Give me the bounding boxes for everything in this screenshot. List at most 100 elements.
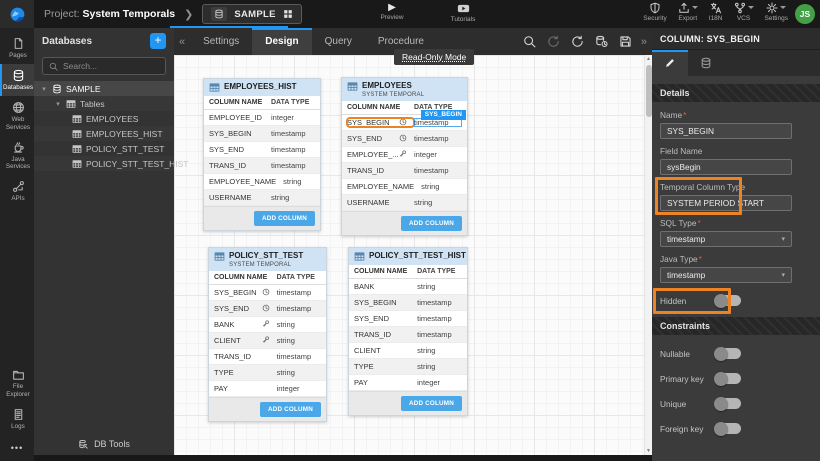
scroll-down-icon[interactable]: ▼	[645, 447, 652, 455]
table-row-trans-id[interactable]: TRANS_IDtimestamp	[204, 158, 320, 174]
data-type-cell: string	[271, 193, 315, 202]
table-card-employees[interactable]: EMPLOYEESSYSTEM TEMPORALCOLUMN NAMEDATA …	[341, 77, 468, 236]
table-row-sys-end[interactable]: SYS_ENDtimestamp	[342, 131, 467, 147]
table-row-sys-begin[interactable]: SYS_BEGINtimestamp	[349, 295, 467, 311]
table-row-client[interactable]: CLIENTstring	[349, 343, 467, 359]
tree-item-tables-folder[interactable]: ▾Tables	[34, 96, 174, 111]
data-type-header: DATA TYPE	[277, 274, 321, 281]
sidebar-item-logs[interactable]: Logs	[0, 403, 34, 435]
select-java-type[interactable]: timestamp▾	[660, 267, 792, 283]
vcs-button[interactable]: VCS	[734, 2, 754, 22]
tree-item-table-employees-hist[interactable]: EMPLOYEES_HIST	[34, 126, 174, 141]
table-card-header[interactable]: EMPLOYEESSYSTEM TEMPORAL	[342, 78, 467, 101]
table-row-pay[interactable]: PAYinteger	[209, 381, 326, 397]
input-name[interactable]: SYS_BEGIN	[660, 123, 792, 139]
tab-design[interactable]: Design	[252, 28, 311, 55]
table-card-header[interactable]: EMPLOYEES_HIST	[204, 79, 320, 96]
table-card-title: EMPLOYEES	[362, 81, 424, 91]
settings-button[interactable]: Settings	[765, 2, 789, 22]
select-sql-type[interactable]: timestamp▾	[660, 231, 792, 247]
tree-item-database[interactable]: ▾SAMPLE	[34, 81, 174, 96]
table-row-employee-name[interactable]: EMPLOYEE_NAMEstring	[204, 174, 320, 190]
table-row-sys-begin[interactable]: SYS_BEGINtimestamp	[204, 126, 320, 142]
input-temporal-column-type[interactable]: SYSTEM PERIOD START	[660, 195, 792, 211]
toggle-knob	[714, 397, 728, 411]
tutorials-button[interactable]: Tutorials	[443, 2, 483, 23]
toggle-unique[interactable]	[715, 398, 741, 409]
tab-edit-column[interactable]	[652, 50, 688, 76]
table-card-policy-stt-test[interactable]: POLICY_STT_TESTSYSTEM TEMPORALCOLUMN NAM…	[208, 247, 327, 422]
tab-column-data[interactable]	[688, 50, 724, 76]
add-column-button[interactable]: ADD COLUMN	[260, 402, 321, 417]
table-row-username[interactable]: USERNAMEstring	[204, 190, 320, 206]
db-history-icon[interactable]	[595, 35, 608, 48]
canvas-vertical-scrollbar[interactable]: ▲ ▼	[644, 55, 652, 455]
table-row-employee-[interactable]: EMPLOYEE_...integer	[342, 147, 467, 163]
table-row-sys-end[interactable]: SYS_ENDtimestamp	[204, 142, 320, 158]
add-column-button[interactable]: ADD COLUMN	[254, 211, 315, 226]
table-row-bank[interactable]: BANKstring	[349, 279, 467, 295]
table-card-header[interactable]: POLICY_STT_TESTSYSTEM TEMPORAL	[209, 248, 326, 271]
table-row-sys-begin[interactable]: SYS_BEGINtimestampSYS_BEGIN	[342, 115, 467, 131]
security-button[interactable]: Security	[643, 2, 666, 22]
table-card-employees-hist[interactable]: EMPLOYEES_HISTCOLUMN NAMEDATA TYPEEMPLOY…	[203, 78, 321, 231]
sidebar-item-file-explorer[interactable]: File Explorer	[0, 363, 34, 402]
table-row-type[interactable]: TYPEstring	[209, 365, 326, 381]
table-row-sys-begin[interactable]: SYS_BEGINtimestamp	[209, 285, 326, 301]
save-icon[interactable]	[619, 35, 632, 48]
table-row-sys-end[interactable]: SYS_ENDtimestamp	[209, 301, 326, 317]
table-row-employee-name[interactable]: EMPLOYEE_NAMEstring	[342, 179, 467, 195]
more-options-button[interactable]: •••	[0, 435, 34, 461]
toggle-nullable[interactable]	[715, 348, 741, 359]
sync-icon[interactable]	[571, 35, 584, 48]
table-row-client[interactable]: CLIENTstring	[209, 333, 326, 349]
add-column-button[interactable]: ADD COLUMN	[401, 396, 462, 411]
toggle-hidden[interactable]	[715, 295, 741, 306]
tree-item-table-employees[interactable]: EMPLOYEES	[34, 111, 174, 126]
tab-settings[interactable]: Settings	[190, 28, 252, 55]
sidebar-item-web-services[interactable]: Web Services	[0, 96, 34, 135]
grid-icon[interactable]	[283, 9, 293, 19]
toggle-primary-key[interactable]	[715, 373, 741, 384]
chevron-right-icon: ❯	[184, 8, 193, 21]
sidebar-item-java-services[interactable]: Java Services	[0, 136, 34, 175]
preview-button[interactable]: ▶ Preview	[372, 2, 412, 21]
table-row-trans-id[interactable]: TRANS_IDtimestamp	[349, 327, 467, 343]
table-row-sys-end[interactable]: SYS_ENDtimestamp	[349, 311, 467, 327]
tree-item-table-policy-stt-test[interactable]: POLICY_STT_TEST	[34, 141, 174, 156]
table-row-trans-id[interactable]: TRANS_IDtimestamp	[342, 163, 467, 179]
table-row-type[interactable]: TYPEstring	[349, 359, 467, 375]
table-row-username[interactable]: USERNAMEstring	[342, 195, 467, 211]
table-row-bank[interactable]: BANKstring	[209, 317, 326, 333]
tab-query[interactable]: Query	[312, 28, 365, 55]
sync-icon-disabled[interactable]	[547, 35, 560, 48]
db-tools-button[interactable]: DB Tools	[34, 433, 174, 455]
i18n-button[interactable]: I18N	[709, 2, 723, 22]
table-row-trans-id[interactable]: TRANS_IDtimestamp	[209, 349, 326, 365]
collapse-right-icon[interactable]: »	[636, 36, 652, 48]
export-button[interactable]: Export	[678, 2, 698, 22]
tab-sample[interactable]: SAMPLE	[202, 4, 301, 24]
collapse-left-icon[interactable]: «	[174, 36, 190, 48]
sidebar-item-pages[interactable]: Pages	[0, 32, 34, 64]
caret-expanded-icon[interactable]: ▾	[40, 85, 48, 93]
vcs-label: VCS	[737, 15, 750, 22]
table-card-header[interactable]: POLICY_STT_TEST_HIST	[349, 248, 467, 265]
scroll-up-icon[interactable]: ▲	[645, 55, 652, 63]
input-field-name[interactable]: sysBegin	[660, 159, 792, 175]
table-card-policy-stt-test-hist[interactable]: POLICY_STT_TEST_HISTCOLUMN NAMEDATA TYPE…	[348, 247, 468, 416]
add-column-button[interactable]: ADD COLUMN	[401, 216, 462, 231]
sidebar-item-databases[interactable]: Databases	[0, 64, 34, 96]
add-database-button[interactable]: +	[150, 33, 166, 49]
design-canvas[interactable]: EMPLOYEES_HISTCOLUMN NAMEDATA TYPEEMPLOY…	[174, 55, 644, 455]
app-logo[interactable]	[0, 0, 34, 28]
table-row-employee-id[interactable]: EMPLOYEE_IDinteger	[204, 110, 320, 126]
tree-item-table-policy-stt-test-hist[interactable]: POLICY_STT_TEST_HIST	[34, 156, 174, 171]
toggle-foreign-key[interactable]	[715, 423, 741, 434]
avatar[interactable]: JS	[795, 4, 815, 24]
search-icon[interactable]	[523, 35, 536, 48]
table-row-pay[interactable]: PAYinteger	[349, 375, 467, 391]
sidebar-item-apis[interactable]: APIs	[0, 175, 34, 207]
search-input[interactable]	[63, 61, 159, 71]
caret-expanded-icon[interactable]: ▾	[54, 100, 62, 108]
